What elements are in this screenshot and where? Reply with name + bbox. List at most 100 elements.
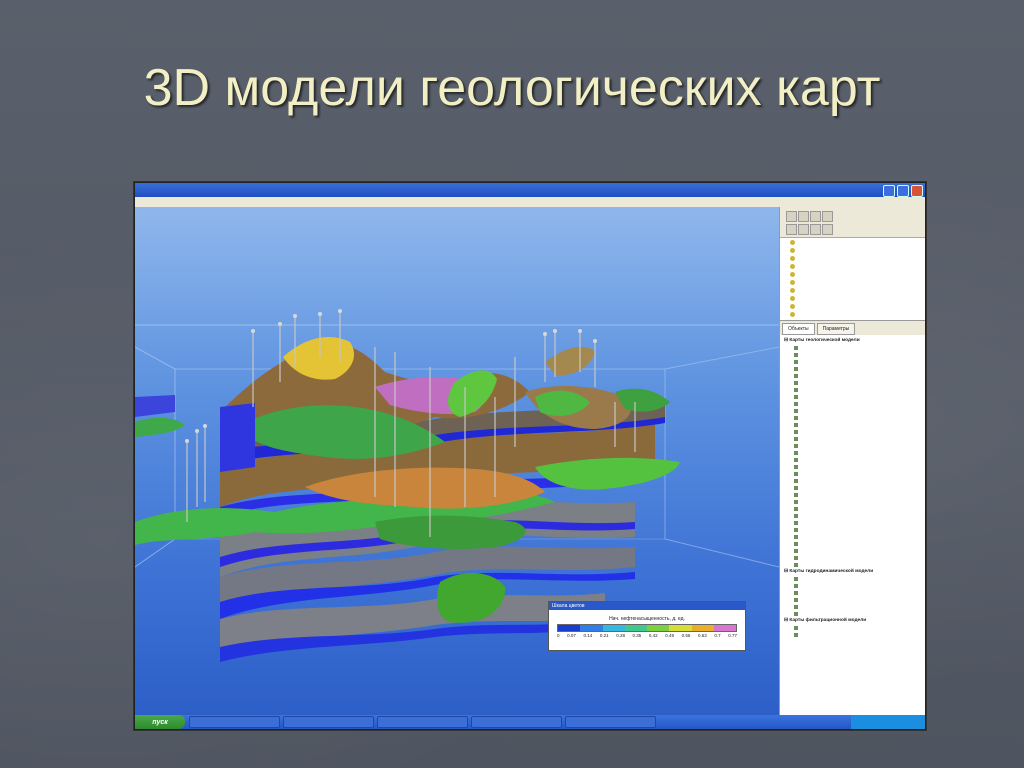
map-icon (794, 464, 798, 469)
window-titlebar[interactable] (135, 183, 925, 197)
tree-item[interactable] (780, 596, 925, 603)
tree-item[interactable] (780, 477, 925, 484)
3d-viewport[interactable]: Шкала цветов Нач. нефтенасыщенность, д. … (135, 207, 779, 715)
legend-tick: 0 (557, 633, 560, 638)
tree-item[interactable] (780, 400, 925, 407)
layer-list[interactable] (780, 238, 925, 321)
tree-item[interactable] (780, 449, 925, 456)
tree-item[interactable] (780, 463, 925, 470)
task-button[interactable] (189, 716, 280, 728)
layer-item[interactable] (780, 270, 925, 278)
app-window: Шкала цветов Нач. нефтенасыщенность, д. … (134, 182, 926, 730)
layer-item[interactable] (780, 262, 925, 270)
tree-item[interactable] (780, 533, 925, 540)
tree-item[interactable] (780, 631, 925, 638)
layer-item[interactable] (780, 238, 925, 246)
map-icon (794, 429, 798, 434)
minimize-button[interactable] (883, 185, 895, 197)
map-icon (794, 387, 798, 392)
toolbar-button[interactable] (786, 211, 797, 222)
legend-ticks: 0 0.07 0.14 0.21 0.28 0.35 0.42 0.49 0.56 0.63 0.7… (557, 633, 737, 638)
map-icon (794, 373, 798, 378)
close-button[interactable] (911, 185, 923, 197)
toolbar-button[interactable] (810, 211, 821, 222)
tree-item[interactable] (780, 561, 925, 568)
tree-item[interactable] (780, 589, 925, 596)
tree-item[interactable] (780, 603, 925, 610)
map-tree[interactable]: ⊟ Карты геологической модели ⊟ Карты гидр… (780, 335, 925, 638)
tree-item[interactable] (780, 470, 925, 477)
tree-item[interactable] (780, 351, 925, 358)
layer-icon (790, 239, 795, 245)
layer-item[interactable] (780, 246, 925, 254)
tree-item[interactable] (780, 505, 925, 512)
layer-item[interactable] (780, 278, 925, 286)
task-button[interactable] (565, 716, 656, 728)
map-icon (794, 478, 798, 483)
tree-item[interactable] (780, 393, 925, 400)
tree-item[interactable] (780, 386, 925, 393)
start-button[interactable]: пуск (135, 715, 185, 729)
map-icon (794, 527, 798, 532)
tree-item[interactable] (780, 372, 925, 379)
toolbar-button[interactable] (798, 211, 809, 222)
tree-item[interactable] (780, 491, 925, 498)
tree-item[interactable] (780, 407, 925, 414)
layer-item[interactable] (780, 310, 925, 318)
tree-group[interactable]: ⊟ Карты гидродинамической модели (780, 568, 925, 575)
tree-item[interactable] (780, 358, 925, 365)
task-button[interactable] (377, 716, 468, 728)
tree-item[interactable] (780, 379, 925, 386)
map-icon (794, 555, 798, 560)
maximize-button[interactable] (897, 185, 909, 197)
tree-item[interactable] (780, 540, 925, 547)
layer-item[interactable] (780, 254, 925, 262)
tree-item[interactable] (780, 498, 925, 505)
tree-item[interactable] (780, 519, 925, 526)
map-icon (794, 471, 798, 476)
tree-group[interactable]: ⊟ Карты фильтрационной модели (780, 617, 925, 624)
side-panel: Объекты Параметры ⊟ Карты геологической … (779, 207, 925, 715)
layer-item[interactable] (780, 294, 925, 302)
tree-group[interactable]: ⊟ Карты геологической модели (780, 337, 925, 344)
tree-item[interactable] (780, 512, 925, 519)
legend-color-bar (557, 624, 737, 632)
tree-item[interactable] (780, 547, 925, 554)
toolbar-button[interactable] (798, 224, 809, 235)
tree-item[interactable] (780, 442, 925, 449)
tree-item[interactable] (780, 421, 925, 428)
taskbar: пуск (135, 715, 925, 729)
tab-objects[interactable]: Объекты (782, 323, 815, 335)
map-icon (794, 590, 798, 595)
layer-item[interactable] (780, 286, 925, 294)
layer-icon (790, 279, 795, 285)
tree-item[interactable] (780, 456, 925, 463)
toolbar-button[interactable] (822, 224, 833, 235)
tree-item[interactable] (780, 526, 925, 533)
tree-item[interactable] (780, 610, 925, 617)
tree-item[interactable] (780, 428, 925, 435)
toolbar-button[interactable] (822, 211, 833, 222)
tab-parameters[interactable]: Параметры (816, 323, 856, 335)
tree-item[interactable] (780, 554, 925, 561)
legend-color-swatch (624, 625, 647, 631)
map-icon (794, 450, 798, 455)
tree-item[interactable] (780, 582, 925, 589)
tree-item[interactable] (780, 344, 925, 351)
legend-tick: 0.42 (648, 633, 658, 638)
map-icon (794, 485, 798, 490)
map-icon (794, 401, 798, 406)
tree-item[interactable] (780, 624, 925, 631)
tree-item[interactable] (780, 414, 925, 421)
tree-item[interactable] (780, 575, 925, 582)
tree-item[interactable] (780, 484, 925, 491)
legend-color-swatch (647, 625, 670, 631)
toolbar-button[interactable] (786, 224, 797, 235)
tree-item[interactable] (780, 365, 925, 372)
tree-item[interactable] (780, 435, 925, 442)
task-button[interactable] (283, 716, 374, 728)
task-button[interactable] (471, 716, 562, 728)
toolbar-button[interactable] (810, 224, 821, 235)
task-buttons (189, 716, 656, 728)
layer-item[interactable] (780, 302, 925, 310)
